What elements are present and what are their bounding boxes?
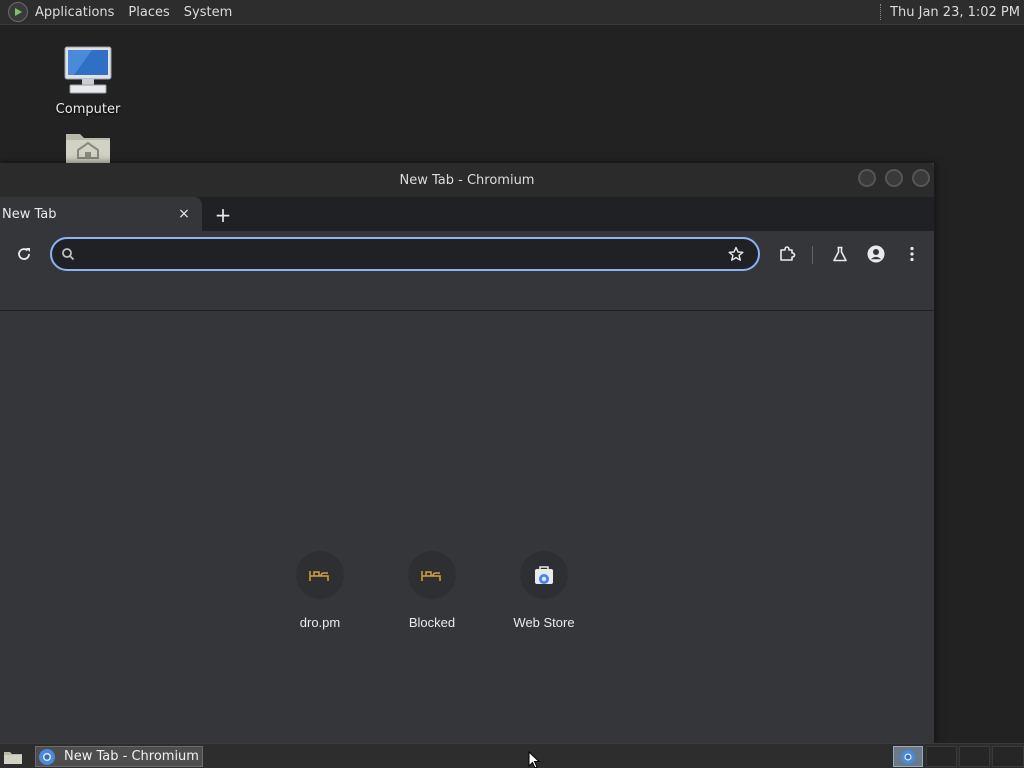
puzzle-icon xyxy=(780,246,796,261)
panel-separator xyxy=(880,4,882,20)
avatar-icon xyxy=(867,245,885,263)
shortcut-label: dro.pm xyxy=(299,615,341,630)
shortcut-tile-blocked[interactable]: Blocked xyxy=(384,551,480,630)
bookmark-bar xyxy=(0,277,934,311)
taskbar-item-label: New Tab - Chromium xyxy=(64,749,199,764)
bookmark-star-icon[interactable] xyxy=(724,242,748,266)
tab-title: New Tab xyxy=(2,206,57,222)
kebab-menu-icon xyxy=(910,246,914,262)
maximize-button[interactable] xyxy=(885,169,903,187)
shortcut-tile-dro-pm[interactable]: dro.pm xyxy=(272,551,368,630)
site-favicon-icon xyxy=(309,571,329,581)
computer-icon xyxy=(64,46,112,94)
workspace-4[interactable] xyxy=(992,746,1024,767)
window-title: New Tab - Chromium xyxy=(399,172,535,188)
minimize-button[interactable] xyxy=(858,169,876,187)
flask-icon xyxy=(833,246,847,262)
address-input[interactable] xyxy=(76,240,724,268)
desktop-icon-label: Computer xyxy=(55,102,121,117)
shortcut-icon-circle xyxy=(520,551,568,599)
workspace-2[interactable] xyxy=(926,746,957,767)
bottom-panel: New Tab - Chromium xyxy=(0,743,1024,768)
search-icon xyxy=(60,246,76,262)
reload-button[interactable] xyxy=(12,242,36,266)
extensions-button[interactable] xyxy=(775,242,799,266)
shortcut-tile-web-store[interactable]: Web Store xyxy=(496,551,592,630)
top-panel: Applications Places System Thu Jan 23, 1… xyxy=(0,0,1024,25)
shortcut-icon-circle xyxy=(296,551,344,599)
chromium-icon xyxy=(900,749,916,764)
close-window-button[interactable] xyxy=(912,169,930,187)
show-desktop-icon xyxy=(4,751,22,764)
desktop-icon-computer[interactable]: Computer xyxy=(43,44,133,117)
window-titlebar[interactable]: New Tab - Chromium xyxy=(0,163,934,197)
window-controls xyxy=(858,169,930,187)
reload-icon xyxy=(18,248,30,260)
web-store-icon xyxy=(535,566,553,584)
close-icon[interactable]: × xyxy=(176,206,192,222)
shortcut-label: Web Store xyxy=(513,615,575,630)
clock[interactable]: Thu Jan 23, 1:02 PM xyxy=(890,5,1024,20)
menu-system[interactable]: System xyxy=(177,0,239,25)
browser-window: New Tab - Chromium New Tab × + dro.pm Bl… xyxy=(0,163,935,743)
omnibox[interactable] xyxy=(50,237,760,271)
chromium-icon xyxy=(39,748,55,765)
taskbar-item-chromium[interactable]: New Tab - Chromium xyxy=(35,746,203,767)
menu-applications[interactable]: Applications xyxy=(28,0,121,25)
labs-button[interactable] xyxy=(828,242,852,266)
browser-toolbar xyxy=(0,231,934,277)
tab-strip: New Tab × + xyxy=(0,197,934,231)
browser-menu-button[interactable] xyxy=(900,242,924,266)
applications-logo-icon[interactable] xyxy=(8,2,28,22)
toolbar-divider xyxy=(812,246,813,264)
home-folder-icon xyxy=(66,134,110,164)
workspace-1[interactable] xyxy=(893,746,923,767)
site-favicon-icon xyxy=(421,571,441,581)
workspace-3[interactable] xyxy=(959,746,990,767)
profile-button[interactable] xyxy=(864,242,888,266)
new-tab-button[interactable]: + xyxy=(210,202,236,228)
mouse-cursor-icon xyxy=(528,751,540,768)
tab-new-tab[interactable]: New Tab × xyxy=(0,197,202,231)
shortcut-icon-circle xyxy=(408,551,456,599)
new-tab-page: dro.pm Blocked Web Store xyxy=(0,313,934,743)
menu-places[interactable]: Places xyxy=(121,0,176,25)
show-desktop-button[interactable] xyxy=(2,747,24,766)
shortcut-label: Blocked xyxy=(408,615,456,630)
